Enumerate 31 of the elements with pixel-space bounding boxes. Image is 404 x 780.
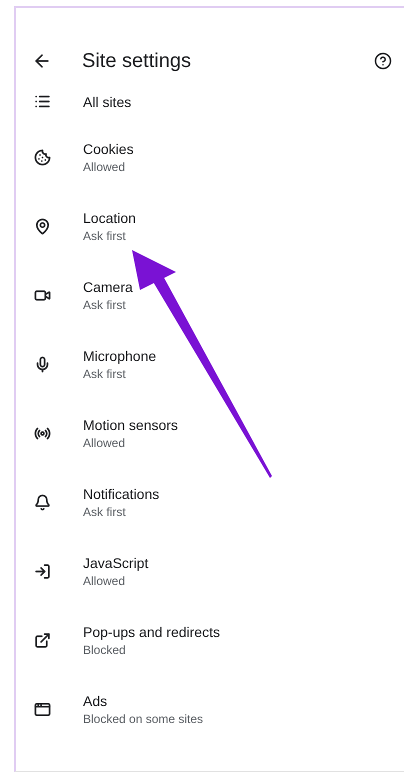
- setting-status: Blocked on some sites: [83, 712, 204, 726]
- setting-title[interactable]: Cookies: [83, 141, 134, 157]
- setting-status: Allowed: [83, 160, 126, 174]
- cookie-icon: [34, 149, 50, 166]
- microphone-icon: [34, 356, 50, 373]
- setting-status: Ask first: [83, 505, 127, 519]
- help-button[interactable]: [374, 52, 392, 70]
- external-link-icon: [34, 632, 50, 649]
- setting-status: Ask first: [83, 367, 127, 381]
- bell-icon: [34, 494, 50, 511]
- setting-status: Ask first: [83, 229, 127, 243]
- signal-waves-icon: [34, 425, 50, 442]
- setting-status: Blocked: [83, 643, 127, 657]
- window-icon: [34, 701, 50, 718]
- setting-title[interactable]: Location: [83, 210, 136, 226]
- map-pin-icon: [34, 218, 50, 235]
- setting-title[interactable]: Motion sensors: [83, 417, 178, 433]
- enter-arrow-icon: [34, 563, 50, 580]
- setting-title[interactable]: Camera: [83, 279, 133, 295]
- setting-title[interactable]: Ads: [83, 693, 204, 709]
- page-title: Site settings: [82, 50, 192, 72]
- setting-status: Allowed: [83, 574, 126, 588]
- setting-title[interactable]: All sites: [83, 94, 132, 110]
- help-icon: [374, 52, 392, 70]
- setting-title[interactable]: Pop-ups and redirects: [83, 624, 220, 640]
- setting-title[interactable]: JavaScript: [83, 555, 148, 571]
- setting-title[interactable]: Microphone: [83, 348, 156, 364]
- setting-status: Allowed: [83, 436, 126, 450]
- setting-title[interactable]: Notifications: [83, 486, 160, 502]
- setting-status: Ask first: [83, 298, 127, 312]
- list-icon: [34, 93, 50, 110]
